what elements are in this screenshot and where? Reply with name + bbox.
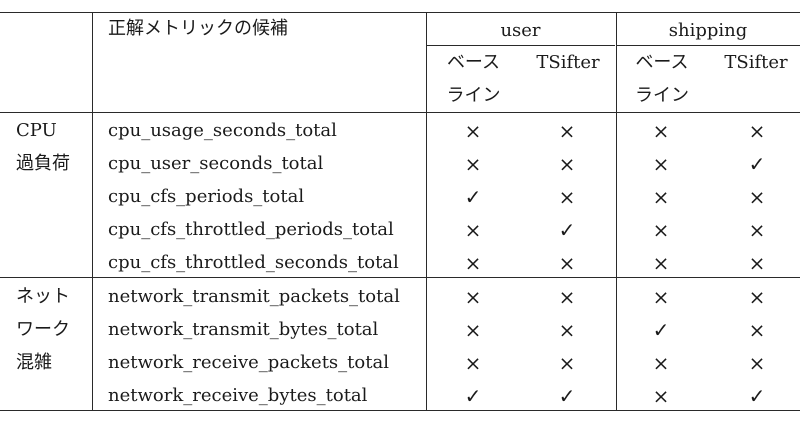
section-label-network-line1: ネット <box>16 286 70 307</box>
table-bottom-rule <box>0 410 800 411</box>
result-mark: × <box>652 152 670 176</box>
result-mark: × <box>652 251 670 275</box>
result-mark: × <box>558 152 576 176</box>
result-mark: ✓ <box>464 384 482 408</box>
result-mark: × <box>748 285 766 309</box>
result-mark: × <box>464 152 482 176</box>
result-mark: × <box>748 185 766 209</box>
result-mark: × <box>558 318 576 342</box>
metric-name: network_transmit_packets_total <box>108 286 400 307</box>
result-mark: × <box>464 318 482 342</box>
group-header-shipping: shipping <box>668 20 748 41</box>
section-divider <box>0 277 800 278</box>
result-mark: × <box>748 351 766 375</box>
metric-name: cpu_user_seconds_total <box>108 153 324 174</box>
metric-name: cpu_cfs_periods_total <box>108 186 305 207</box>
result-mark: × <box>652 351 670 375</box>
result-mark: × <box>558 351 576 375</box>
metric-name: network_transmit_bytes_total <box>108 319 379 340</box>
result-mark: × <box>652 285 670 309</box>
result-mark: × <box>652 119 670 143</box>
result-mark: × <box>652 384 670 408</box>
result-mark: × <box>558 285 576 309</box>
metric-name: network_receive_bytes_total <box>108 385 368 406</box>
metric-name: cpu_cfs_throttled_periods_total <box>108 219 394 240</box>
result-mark: × <box>464 351 482 375</box>
section-label-network-line3: 混雑 <box>16 352 52 373</box>
result-mark: × <box>464 218 482 242</box>
group-header-user: user <box>500 20 541 41</box>
subcol-header-baseline-user-line2: ライン <box>446 85 501 106</box>
metric-name: cpu_usage_seconds_total <box>108 120 337 141</box>
result-mark: × <box>748 218 766 242</box>
result-mark: ✓ <box>748 384 766 408</box>
subcol-header-baseline-user: ベース <box>446 52 501 73</box>
metric-name: cpu_cfs_throttled_seconds_total <box>108 252 399 273</box>
table-top-rule <box>0 12 800 13</box>
result-mark: × <box>652 218 670 242</box>
column-divider-label <box>92 12 93 410</box>
subcol-header-baseline-shipping: ベース <box>635 52 689 73</box>
section-label-cpu-line2: 過負荷 <box>16 153 70 174</box>
result-mark: × <box>748 251 766 275</box>
result-mark: × <box>652 185 670 209</box>
result-mark: ✓ <box>558 384 576 408</box>
metric-column-header: 正解メトリックの候補 <box>108 18 288 39</box>
result-mark: × <box>748 318 766 342</box>
result-mark: × <box>464 119 482 143</box>
metric-name: network_receive_packets_total <box>108 352 389 373</box>
result-mark: ✓ <box>652 318 670 342</box>
result-mark: × <box>464 285 482 309</box>
result-mark: × <box>558 119 576 143</box>
group-underline-shipping <box>616 45 800 46</box>
subcol-header-tsifter-shipping: TSifter <box>724 52 788 73</box>
result-mark: × <box>464 251 482 275</box>
section-label-cpu-line1: CPU <box>16 120 57 141</box>
subcol-header-baseline-shipping-line2: ライン <box>635 85 689 106</box>
group-underline-user <box>426 45 615 46</box>
section-label-network-line2: ワーク <box>16 319 70 340</box>
subcol-header-tsifter-user: TSifter <box>536 52 600 73</box>
header-bottom-rule <box>0 112 800 113</box>
result-mark: × <box>748 119 766 143</box>
result-mark: ✓ <box>464 185 482 209</box>
result-mark: × <box>558 251 576 275</box>
result-mark: ✓ <box>748 152 766 176</box>
result-mark: × <box>558 185 576 209</box>
result-mark: ✓ <box>558 218 576 242</box>
